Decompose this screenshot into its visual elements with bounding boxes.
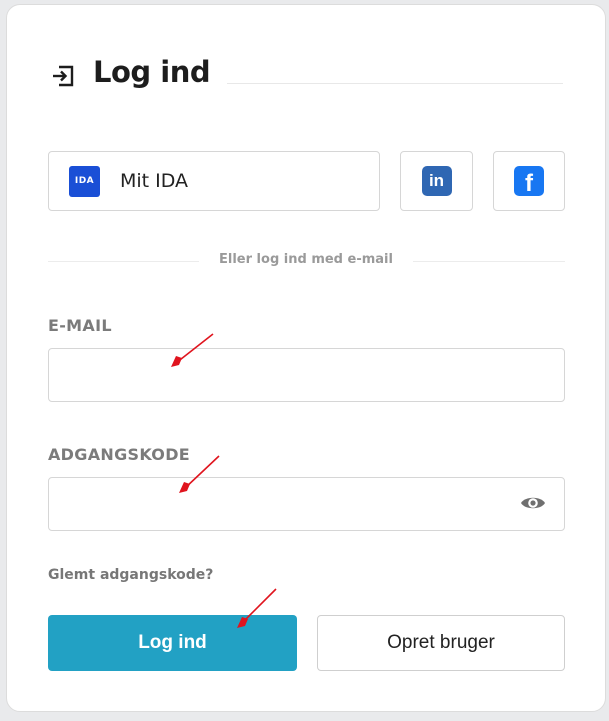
mit-ida-label: Mit IDA [120, 170, 189, 192]
password-label: ADGANGSKODE [48, 445, 191, 464]
red-arrow-icon [171, 333, 214, 367]
page-title: Log ind [93, 55, 211, 89]
title-divider [227, 83, 563, 84]
facebook-icon: f [514, 166, 544, 196]
divider-line-left [48, 261, 199, 262]
create-user-button[interactable]: Opret bruger [317, 615, 565, 671]
email-field[interactable] [48, 348, 565, 402]
eye-icon[interactable] [520, 493, 546, 513]
login-icon [53, 65, 74, 87]
login-card: Log ind IDA Mit IDA in f Eller log ind m… [6, 4, 606, 712]
linkedin-login-button[interactable]: in [400, 151, 473, 211]
linkedin-icon: in [421, 166, 452, 196]
facebook-login-button[interactable]: f [493, 151, 565, 211]
divider-line-right [413, 261, 565, 262]
red-arrow-icon [179, 455, 220, 493]
forgot-password-link[interactable]: Glemt adgangskode? [48, 567, 213, 583]
red-arrow-icon [237, 588, 277, 628]
divider-text: Eller log ind med e-mail [219, 252, 393, 267]
ida-logo-icon: IDA [69, 165, 100, 197]
email-label: E-MAIL [48, 316, 112, 335]
mit-ida-login-button[interactable]: IDA Mit IDA [48, 151, 380, 211]
password-field[interactable] [48, 477, 565, 531]
